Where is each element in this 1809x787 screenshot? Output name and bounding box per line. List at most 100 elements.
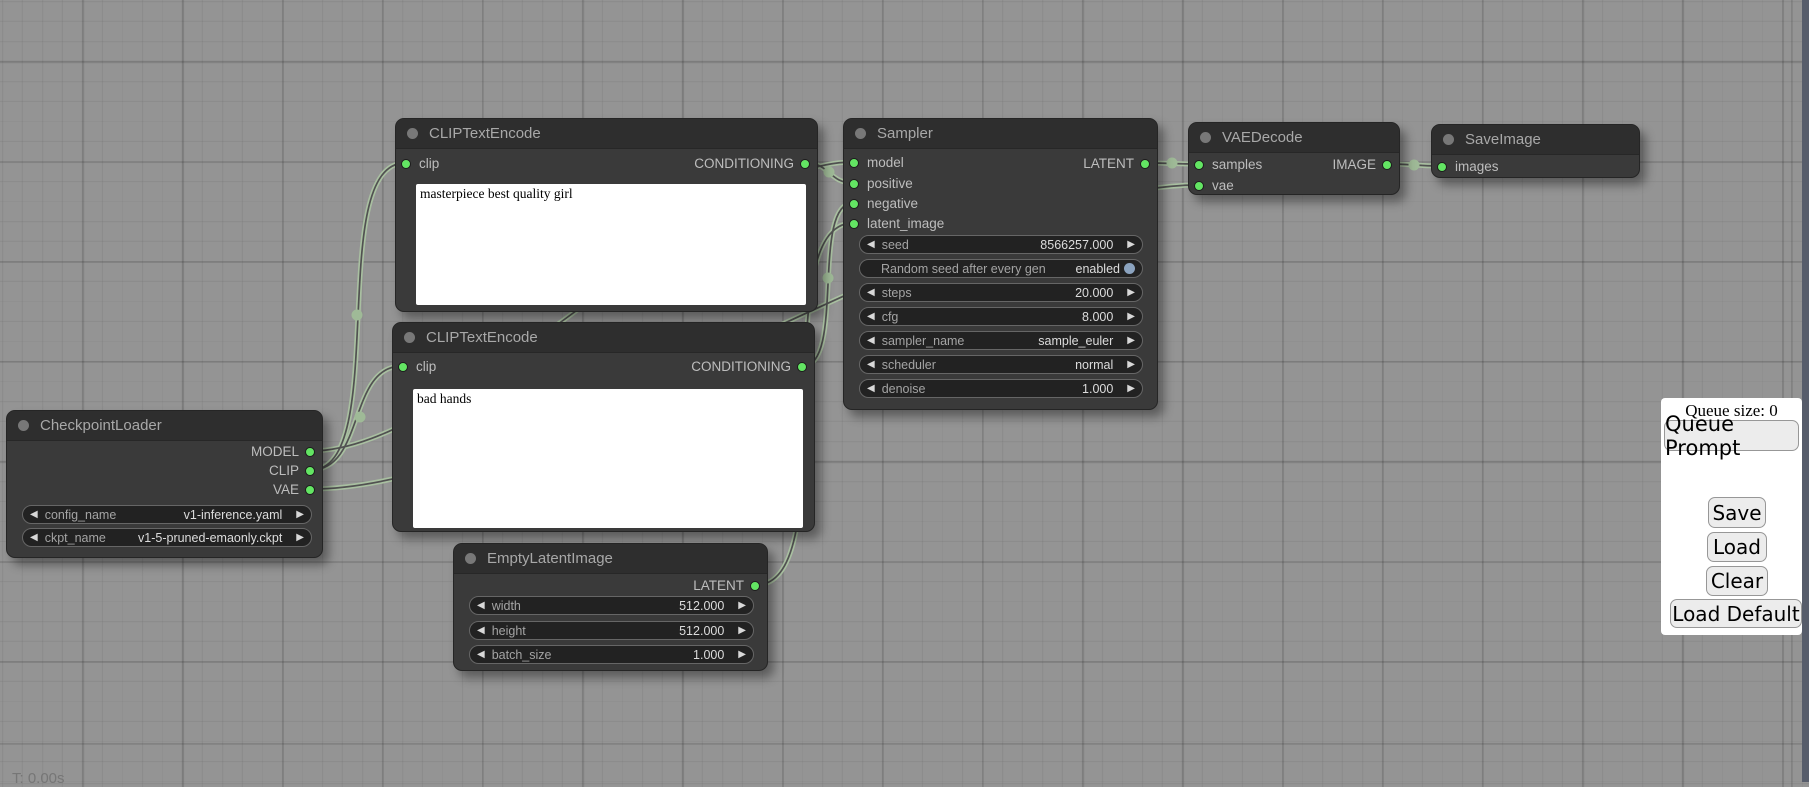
node-title-bar[interactable]: CLIPTextEncode: [393, 323, 814, 353]
decrement-arrow-icon[interactable]: ◀: [477, 645, 485, 664]
widget-denoise[interactable]: ◀ denoise 1.000 ▶: [859, 379, 1143, 398]
input-positive: positive: [844, 174, 913, 194]
collapse-dot-icon[interactable]: [1200, 132, 1211, 143]
widget-ckpt-name[interactable]: ◀ ckpt_name v1-5-pruned-emaonly.ckpt ▶: [22, 528, 312, 547]
collapse-dot-icon[interactable]: [855, 128, 866, 139]
increment-arrow-icon[interactable]: ▶: [738, 621, 746, 640]
save-button[interactable]: Save: [1708, 497, 1766, 528]
input-port-samples[interactable]: [1194, 160, 1204, 170]
output-port-image[interactable]: [1382, 160, 1392, 170]
prompt-textarea-negative[interactable]: bad hands: [413, 389, 803, 528]
toggle-circle-icon[interactable]: [1124, 263, 1135, 274]
node-title: SaveImage: [1465, 131, 1541, 148]
input-clip: clip: [396, 154, 439, 174]
output-port-latent[interactable]: [750, 581, 760, 591]
increment-arrow-icon[interactable]: ▶: [1127, 283, 1135, 302]
queue-prompt-button[interactable]: Queue Prompt: [1664, 420, 1799, 451]
node-title-bar[interactable]: CLIPTextEncode: [396, 119, 817, 149]
input-vae: vae: [1189, 176, 1234, 196]
load-button[interactable]: Load: [1707, 532, 1767, 562]
input-port-clip[interactable]: [401, 159, 411, 169]
node-sampler[interactable]: Sampler model positive negative latent_i…: [843, 118, 1158, 410]
prompt-textarea-positive[interactable]: masterpiece best quality girl: [416, 184, 806, 305]
input-port-images[interactable]: [1437, 162, 1447, 172]
decrement-arrow-icon[interactable]: ◀: [30, 505, 38, 524]
node-title-bar[interactable]: Sampler: [844, 119, 1157, 149]
output-port-model[interactable]: [305, 447, 315, 457]
node-title: Sampler: [877, 125, 933, 142]
node-vae-decode[interactable]: VAEDecode samples vae IMAGE: [1188, 122, 1400, 195]
increment-arrow-icon[interactable]: ▶: [296, 528, 304, 547]
output-conditioning: CONDITIONING: [694, 154, 817, 174]
widget-random-seed-toggle[interactable]: Random seed after every gen enabled: [859, 259, 1143, 278]
widget-scheduler[interactable]: ◀ scheduler normal ▶: [859, 355, 1143, 374]
widget-sampler-name[interactable]: ◀ sampler_name sample_euler ▶: [859, 331, 1143, 350]
widget-batch-size[interactable]: ◀ batch_size 1.000 ▶: [469, 645, 754, 664]
collapse-dot-icon[interactable]: [404, 332, 415, 343]
input-latent-image: latent_image: [844, 214, 944, 234]
node-empty-latent-image[interactable]: EmptyLatentImage LATENT ◀ width 512.000 …: [453, 543, 768, 671]
decrement-arrow-icon[interactable]: ◀: [477, 596, 485, 615]
collapse-dot-icon[interactable]: [407, 128, 418, 139]
decrement-arrow-icon[interactable]: ◀: [867, 355, 875, 374]
decrement-arrow-icon[interactable]: ◀: [867, 331, 875, 350]
collapse-dot-icon[interactable]: [1443, 134, 1454, 145]
decrement-arrow-icon[interactable]: ◀: [30, 528, 38, 547]
node-title-bar[interactable]: EmptyLatentImage: [454, 544, 767, 574]
render-time-label: T: 0.00s: [12, 770, 65, 787]
output-port-vae[interactable]: [305, 485, 315, 495]
widget-config-name[interactable]: ◀ config_name v1-inference.yaml ▶: [22, 505, 312, 524]
input-port-negative[interactable]: [849, 199, 859, 209]
node-save-image[interactable]: SaveImage images: [1431, 124, 1640, 178]
output-clip: CLIP: [269, 461, 322, 481]
widget-cfg[interactable]: ◀ cfg 8.000 ▶: [859, 307, 1143, 326]
node-clip-text-encode-positive[interactable]: CLIPTextEncode clip CONDITIONING masterp…: [395, 118, 818, 312]
increment-arrow-icon[interactable]: ▶: [1127, 379, 1135, 398]
node-title-bar[interactable]: CheckpointLoader: [7, 411, 322, 441]
collapse-dot-icon[interactable]: [465, 553, 476, 564]
increment-arrow-icon[interactable]: ▶: [296, 505, 304, 524]
output-port-latent[interactable]: [1140, 159, 1150, 169]
output-port-conditioning[interactable]: [797, 362, 807, 372]
increment-arrow-icon[interactable]: ▶: [738, 645, 746, 664]
input-negative: negative: [844, 194, 918, 214]
decrement-arrow-icon[interactable]: ◀: [867, 235, 875, 254]
node-title: CLIPTextEncode: [429, 125, 541, 142]
node-title: EmptyLatentImage: [487, 550, 613, 567]
node-title-bar[interactable]: VAEDecode: [1189, 123, 1399, 153]
input-port-positive[interactable]: [849, 179, 859, 189]
output-latent: LATENT: [1083, 154, 1157, 174]
decrement-arrow-icon[interactable]: ◀: [477, 621, 485, 640]
load-default-button[interactable]: Load Default: [1670, 599, 1802, 628]
output-image: IMAGE: [1332, 155, 1399, 175]
output-conditioning: CONDITIONING: [691, 357, 814, 377]
collapse-dot-icon[interactable]: [18, 420, 29, 431]
decrement-arrow-icon[interactable]: ◀: [867, 283, 875, 302]
output-port-conditioning[interactable]: [800, 159, 810, 169]
increment-arrow-icon[interactable]: ▶: [1127, 307, 1135, 326]
output-vae: VAE: [273, 480, 322, 500]
input-port-vae[interactable]: [1194, 181, 1204, 191]
widget-seed[interactable]: ◀ seed 8566257.000 ▶: [859, 235, 1143, 254]
widget-height[interactable]: ◀ height 512.000 ▶: [469, 621, 754, 640]
increment-arrow-icon[interactable]: ▶: [738, 596, 746, 615]
increment-arrow-icon[interactable]: ▶: [1127, 235, 1135, 254]
decrement-arrow-icon[interactable]: ◀: [867, 379, 875, 398]
scrollbar[interactable]: [1802, 0, 1809, 782]
widget-width[interactable]: ◀ width 512.000 ▶: [469, 596, 754, 615]
node-clip-text-encode-negative[interactable]: CLIPTextEncode clip CONDITIONING bad han…: [392, 322, 815, 532]
input-port-clip[interactable]: [398, 362, 408, 372]
increment-arrow-icon[interactable]: ▶: [1127, 355, 1135, 374]
input-port-latent-image[interactable]: [849, 219, 859, 229]
node-title-bar[interactable]: SaveImage: [1432, 125, 1639, 155]
output-port-clip[interactable]: [305, 466, 315, 476]
increment-arrow-icon[interactable]: ▶: [1127, 331, 1135, 350]
input-clip: clip: [393, 357, 436, 377]
input-port-model[interactable]: [849, 158, 859, 168]
widget-steps[interactable]: ◀ steps 20.000 ▶: [859, 283, 1143, 302]
output-model: MODEL: [251, 442, 322, 462]
node-checkpoint-loader[interactable]: CheckpointLoader MODEL CLIP VAE ◀ config…: [6, 410, 323, 558]
clear-button[interactable]: Clear: [1706, 566, 1768, 596]
node-title: VAEDecode: [1222, 129, 1303, 146]
decrement-arrow-icon[interactable]: ◀: [867, 307, 875, 326]
